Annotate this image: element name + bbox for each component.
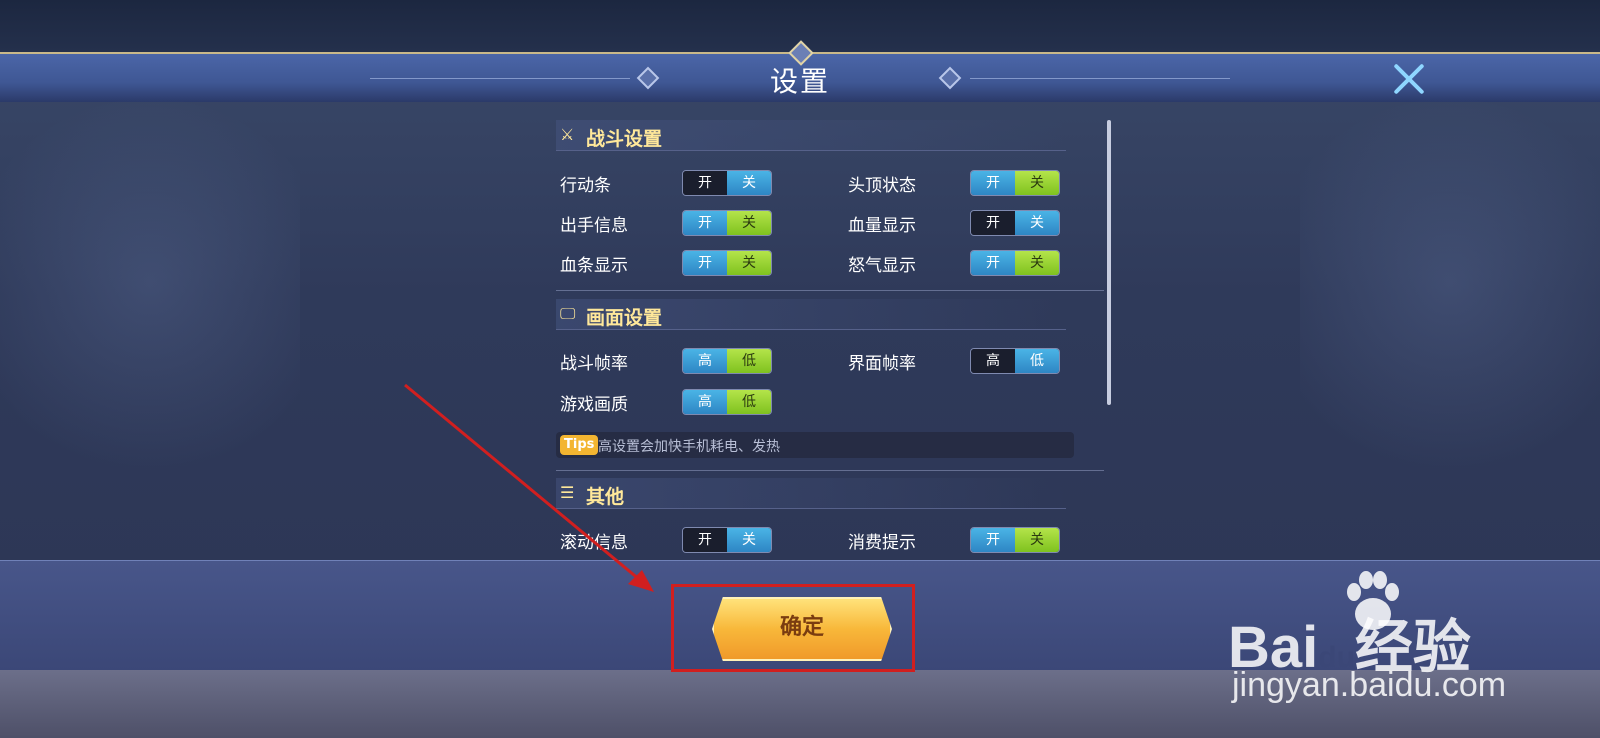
toggle-option-off[interactable]: 关 [727, 251, 771, 275]
tips-box: Tips 高设置会加快手机耗电、发热 [556, 432, 1074, 458]
section-header-other: ☰ 其他 [556, 478, 1066, 509]
tips-badge: Tips [560, 435, 599, 455]
panel-scrollbar[interactable] [1107, 120, 1111, 405]
setting-label: 游戏画质 [560, 395, 628, 415]
section-title-other: 其他 [586, 486, 625, 508]
toggle-option-off[interactable]: 关 [1015, 251, 1059, 275]
section-title-display: 画面设置 [586, 307, 663, 329]
toggle-option-off[interactable]: 关 [727, 171, 771, 195]
header-line-left [370, 78, 630, 79]
toggle-scroll-info[interactable]: 开 关 [682, 527, 772, 553]
toggle-option-off[interactable]: 关 [727, 528, 771, 552]
setting-label: 行动条 [560, 176, 611, 196]
tips-text: 高设置会加快手机耗电、发热 [598, 439, 780, 455]
crossed-swords-icon: ⚔ [560, 125, 575, 144]
background-ornament-right [1300, 100, 1600, 560]
setting-label: 出手信息 [560, 216, 628, 236]
toggle-action-bar[interactable]: 开 关 [682, 170, 772, 196]
background-ornament-left [0, 100, 300, 560]
setting-label: 血条显示 [560, 256, 628, 276]
watermark-url: jingyan.baidu.com [1232, 666, 1507, 704]
toggle-option-on[interactable]: 开 [971, 251, 1015, 275]
toggle-option-high[interactable]: 高 [971, 349, 1015, 373]
toggle-option-low[interactable]: 低 [727, 390, 771, 414]
toggle-game-quality[interactable]: 高 低 [682, 389, 772, 415]
setting-label: 头顶状态 [848, 176, 916, 196]
monitor-icon: 🖵 [560, 304, 576, 323]
section-title-battle: 战斗设置 [586, 128, 663, 150]
close-icon[interactable] [1392, 62, 1426, 96]
toggle-option-off[interactable]: 关 [1015, 171, 1059, 195]
toggle-option-on[interactable]: 开 [683, 528, 727, 552]
toggle-option-on[interactable]: 开 [971, 528, 1015, 552]
toggle-option-on[interactable]: 开 [971, 171, 1015, 195]
toggle-hp-bar[interactable]: 开 关 [682, 250, 772, 276]
setting-label: 滚动信息 [560, 533, 628, 553]
toggle-option-on[interactable]: 开 [683, 211, 727, 235]
page-title: 设置 [769, 65, 830, 98]
list-icon: ☰ [560, 483, 575, 502]
section-header-battle: ⚔ 战斗设置 [556, 120, 1066, 151]
toggle-option-high[interactable]: 高 [683, 390, 727, 414]
section-divider [556, 470, 1104, 471]
toggle-rage-display[interactable]: 开 关 [970, 250, 1060, 276]
toggle-option-off[interactable]: 关 [1015, 211, 1059, 235]
annotation-highlight-box [671, 584, 915, 672]
toggle-hp-display[interactable]: 开 关 [970, 210, 1060, 236]
toggle-head-status[interactable]: 开 关 [970, 170, 1060, 196]
setting-label: 消费提示 [848, 533, 916, 553]
toggle-option-off[interactable]: 关 [727, 211, 771, 235]
toggle-option-low[interactable]: 低 [1015, 349, 1059, 373]
setting-label: 血量显示 [848, 216, 916, 236]
toggle-option-low[interactable]: 低 [727, 349, 771, 373]
setting-label: 怒气显示 [848, 256, 916, 276]
toggle-attack-info[interactable]: 开 关 [682, 210, 772, 236]
toggle-battle-framerate[interactable]: 高 低 [682, 348, 772, 374]
section-divider [556, 290, 1104, 291]
setting-label: 界面帧率 [848, 354, 916, 374]
toggle-option-on[interactable]: 开 [683, 171, 727, 195]
toggle-option-on[interactable]: 开 [683, 251, 727, 275]
settings-panel[interactable]: ⚔ 战斗设置 行动条 开 关 头顶状态 开 关 出手信息 开 关 血量显示 开 … [556, 120, 1104, 560]
setting-label: 战斗帧率 [560, 354, 628, 374]
section-header-display: 🖵 画面设置 [556, 299, 1066, 330]
toggle-purchase-prompt[interactable]: 开 关 [970, 527, 1060, 553]
toggle-option-on[interactable]: 开 [971, 211, 1015, 235]
toggle-option-high[interactable]: 高 [683, 349, 727, 373]
toggle-option-off[interactable]: 关 [1015, 528, 1059, 552]
header-line-right [970, 78, 1230, 79]
toggle-ui-framerate[interactable]: 高 低 [970, 348, 1060, 374]
